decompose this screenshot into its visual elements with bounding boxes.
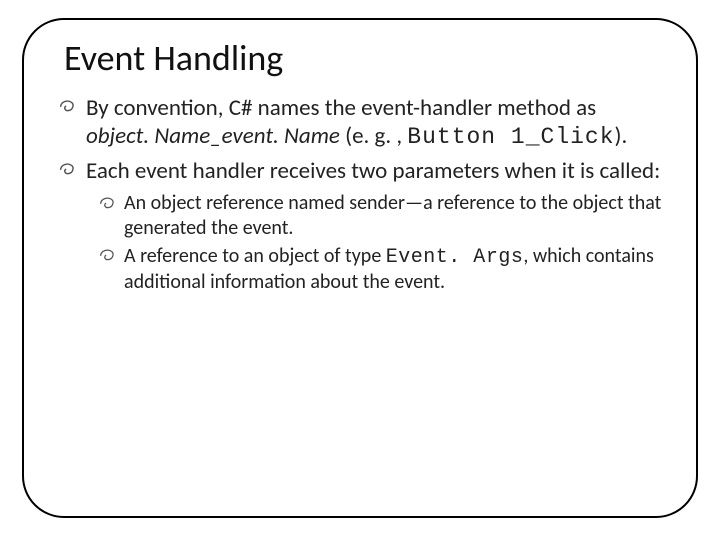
sub-bullet-1: An object reference named sender—a refer… <box>98 191 662 240</box>
bullet-1-mid: (e. g. , <box>340 122 407 150</box>
swirl-icon <box>58 160 78 180</box>
sub-bullet-2-code: Event. Args <box>386 246 524 269</box>
slide-frame: Event Handling By convention, C# names t… <box>22 18 698 518</box>
slide-title: Event Handling <box>64 36 662 80</box>
bullet-item-1: By convention, C# names the event-handle… <box>58 94 662 151</box>
swirl-icon <box>98 246 118 266</box>
slide: Event Handling By convention, C# names t… <box>0 0 720 540</box>
bullet-1-italic: object. Name_event. Name <box>86 122 340 150</box>
bullet-1-code: Button 1_Click <box>407 124 614 150</box>
sub-bullet-list: An object reference named sender—a refer… <box>98 191 662 295</box>
bullet-1-post: ). <box>615 122 628 150</box>
sub-bullet-2-pre: A reference to an object of type <box>124 244 386 268</box>
swirl-icon <box>98 194 118 214</box>
bullet-item-2: Each event handler receives two paramete… <box>58 157 662 295</box>
bullet-list: By convention, C# names the event-handle… <box>58 94 662 295</box>
swirl-icon <box>58 97 78 117</box>
sub-bullet-1-text: An object reference named sender—a refer… <box>124 191 661 239</box>
bullet-1-pre: By convention, C# names the event-handle… <box>86 94 596 122</box>
sub-bullet-2: A reference to an object of type Event. … <box>98 244 662 295</box>
bullet-2-text: Each event handler receives two paramete… <box>86 157 660 185</box>
